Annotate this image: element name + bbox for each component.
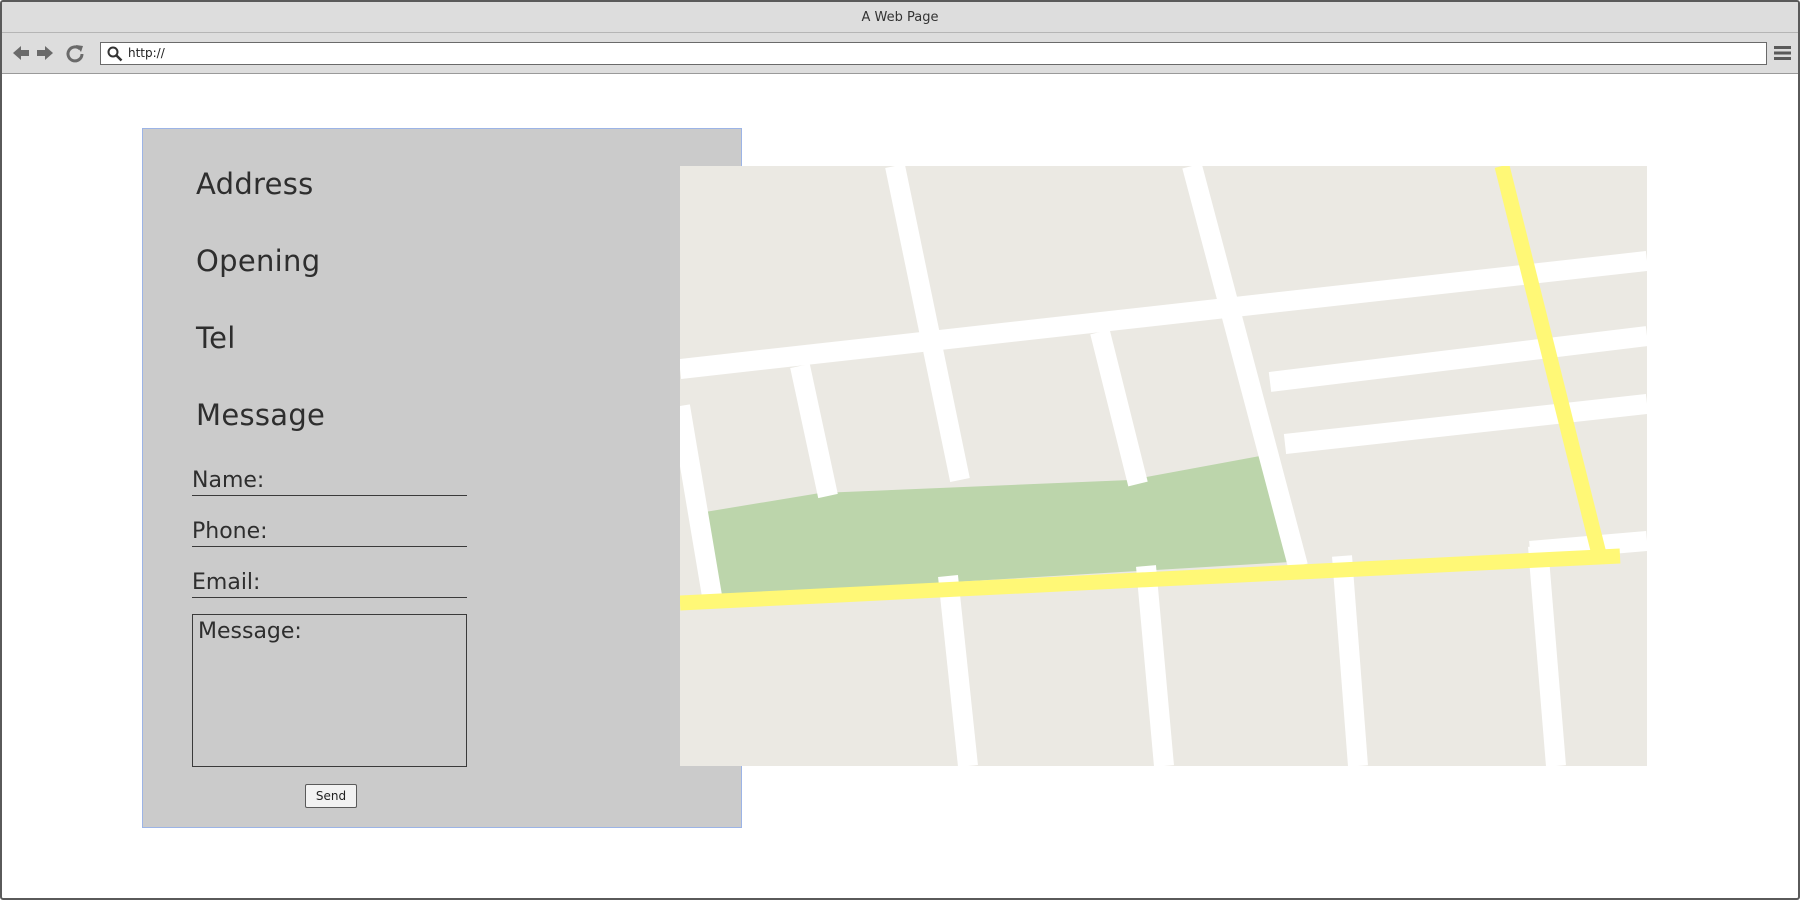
phone-field-label: Phone: <box>192 519 268 544</box>
address-heading: Address <box>196 167 314 201</box>
map-image <box>680 166 1647 766</box>
name-field[interactable]: Name: <box>192 464 467 496</box>
back-arrow-icon[interactable] <box>10 42 32 64</box>
reload-icon[interactable] <box>64 42 86 64</box>
forward-arrow-icon[interactable] <box>34 42 56 64</box>
tel-heading: Tel <box>196 321 236 355</box>
message-textarea[interactable]: Message: <box>192 614 467 767</box>
map-view[interactable] <box>680 166 1647 766</box>
email-field-label: Email: <box>192 570 261 595</box>
hamburger-menu-icon[interactable] <box>1773 43 1793 63</box>
url-text[interactable]: http:// <box>128 43 165 64</box>
message-field-label: Message: <box>198 619 302 644</box>
opening-heading: Opening <box>196 244 321 278</box>
email-field[interactable]: Email: <box>192 566 467 598</box>
window-title: A Web Page <box>861 9 939 25</box>
search-icon <box>106 45 124 63</box>
message-heading: Message <box>196 398 326 432</box>
name-field-label: Name: <box>192 468 265 493</box>
send-button[interactable]: Send <box>305 784 357 808</box>
phone-field[interactable]: Phone: <box>192 515 467 547</box>
address-bar[interactable]: http:// <box>100 42 1767 65</box>
browser-toolbar: http:// <box>2 33 1798 74</box>
browser-window: A Web Page http:// Address Opening Tel M… <box>0 0 1800 900</box>
title-bar: A Web Page <box>2 2 1798 33</box>
contact-panel: Address Opening Tel Message Name: Phone:… <box>142 128 742 828</box>
